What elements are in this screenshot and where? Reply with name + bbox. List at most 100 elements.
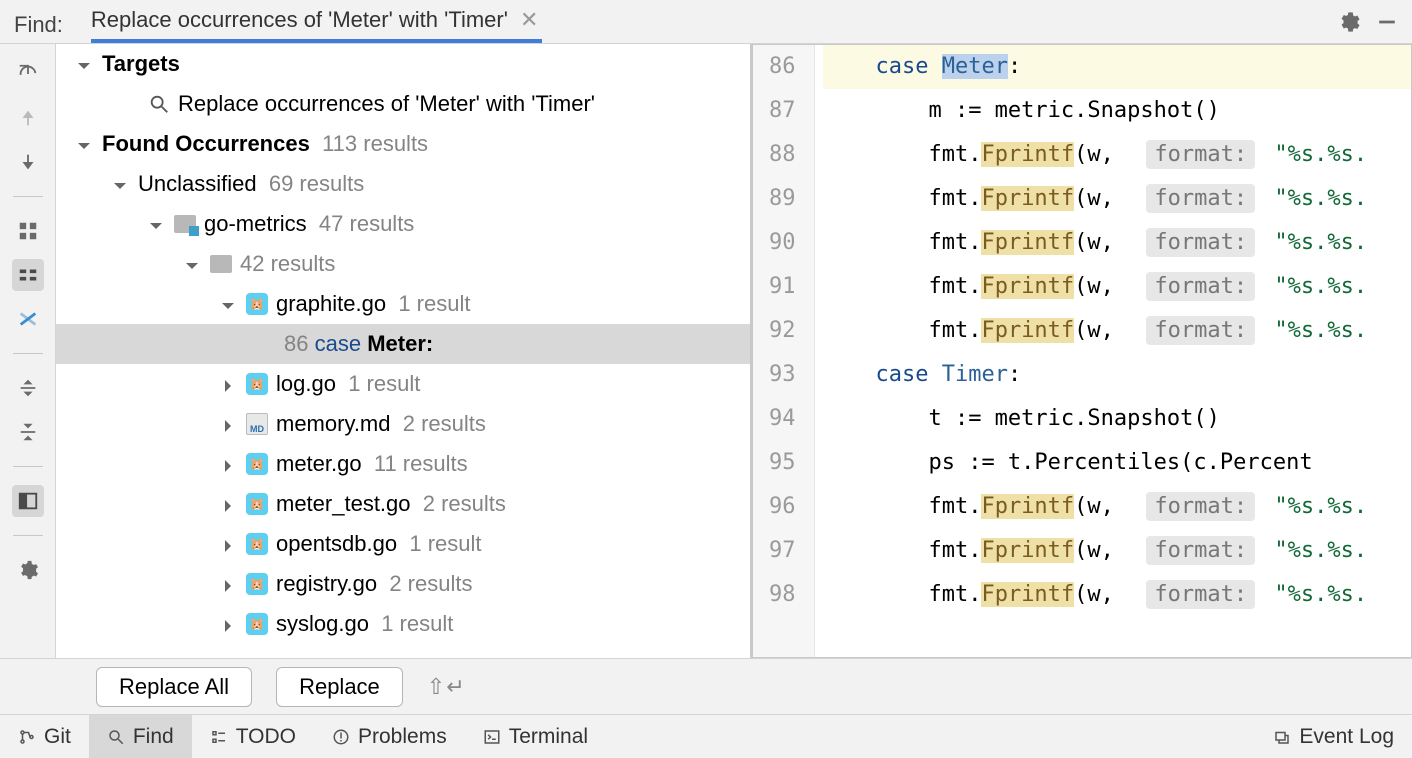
regex-icon[interactable] [12,303,44,335]
file-node[interactable]: 🐹registry.go 2 results [56,564,750,604]
subfolder-node[interactable]: 42 results [56,244,750,284]
status-problems[interactable]: Problems [314,715,465,758]
go-file-icon: 🐹 [246,573,268,595]
targets-node[interactable]: Targets [56,44,750,84]
preview-icon[interactable] [12,485,44,517]
chevron-down-icon[interactable] [112,174,132,194]
status-event-log[interactable]: Event Log [1255,715,1412,758]
chevron-down-icon[interactable] [76,54,96,74]
code-preview[interactable]: 86878889909192939495969798 case Meter: m… [752,44,1412,658]
code-line[interactable]: fmt.Fprintf(w, format: "%s.%s. [823,485,1412,529]
file-node[interactable]: 🐹log.go 1 result [56,364,750,404]
line-number: 86 [769,45,796,89]
file-list: 🐹graphite.go 1 result86 case Meter:🐹log.… [56,284,750,644]
subfolder-count: 42 results [240,251,335,277]
group-icon[interactable] [12,215,44,247]
chevron-down-icon[interactable] [220,294,240,314]
chevron-down-icon[interactable] [148,214,168,234]
line-number: 89 [769,177,796,221]
close-icon[interactable]: ✕ [520,7,542,33]
status-terminal[interactable]: Terminal [465,715,606,758]
code-line[interactable]: case Timer: [823,353,1412,397]
chevron-right-icon[interactable] [220,574,240,594]
code-line[interactable]: case Meter: [823,45,1412,89]
code-line[interactable]: fmt.Fprintf(w, format: "%s.%s. [823,309,1412,353]
code-line[interactable]: fmt.Fprintf(w, format: "%s.%s. [823,177,1412,221]
code-line[interactable]: ps := t.Percentiles(c.Percent [823,441,1412,485]
unclassified-node[interactable]: Unclassified 69 results [56,164,750,204]
minimize-icon[interactable] [1376,11,1398,38]
top-actions [1338,11,1398,38]
line-number: 91 [769,265,796,309]
line-number: 87 [769,89,796,133]
find-tab[interactable]: Replace occurrences of 'Meter' with 'Tim… [91,7,542,43]
code-line[interactable]: fmt.Fprintf(w, format: "%s.%s. [823,529,1412,573]
file-node[interactable]: 🐹opentsdb.go 1 result [56,524,750,564]
chevron-right-icon[interactable] [220,614,240,634]
rerun-icon[interactable] [12,58,44,90]
results-tree[interactable]: Targets Replace occurrences of 'Meter' w… [56,44,752,658]
unclassified-count: 69 results [269,171,364,197]
chevron-right-icon[interactable] [220,414,240,434]
chevron-down-icon[interactable] [184,254,204,274]
chevron-down-icon[interactable] [76,134,96,154]
top-bar: Find: Replace occurrences of 'Meter' wit… [0,0,1412,44]
code-line[interactable]: fmt.Fprintf(w, format: "%s.%s. [823,221,1412,265]
filter-icon[interactable] [12,259,44,291]
find-label: Find: [14,12,63,38]
go-file-icon: 🐹 [246,493,268,515]
file-count: 1 result [398,291,470,317]
status-problems-label: Problems [358,725,447,749]
module-name: go-metrics [204,211,307,237]
replace-all-button[interactable]: Replace All [96,667,252,707]
found-node[interactable]: Found Occurrences 113 results [56,124,750,164]
prev-occurrence-icon[interactable] [12,102,44,134]
file-node[interactable]: 🐹meter_test.go 2 results [56,484,750,524]
module-count: 47 results [319,211,414,237]
gear-icon[interactable] [1338,11,1360,38]
shortcut-hint: ⇧↵ [427,674,466,700]
replace-button[interactable]: Replace [276,667,403,707]
file-name: log.go [276,371,336,397]
code-line[interactable]: fmt.Fprintf(w, format: "%s.%s. [823,573,1412,617]
found-label: Found Occurrences [102,131,310,157]
line-number: 96 [769,485,796,529]
chevron-right-icon[interactable] [220,534,240,554]
settings-icon[interactable] [12,554,44,586]
match-row[interactable]: 86 case Meter: [56,324,750,364]
file-name: opentsdb.go [276,531,397,557]
status-todo[interactable]: TODO [192,715,314,758]
file-name: meter_test.go [276,491,411,517]
folder-icon [210,255,232,273]
go-file-icon: 🐹 [246,453,268,475]
status-git[interactable]: Git [0,715,89,758]
status-find-label: Find [133,725,174,749]
status-bar: Git Find TODO Problems Terminal Event Lo… [0,714,1412,758]
status-find[interactable]: Find [89,715,192,758]
code-line[interactable]: fmt.Fprintf(w, format: "%s.%s. [823,265,1412,309]
file-node[interactable]: 🐹syslog.go 1 result [56,604,750,644]
folder-icon [174,215,196,233]
targets-label: Targets [102,51,180,77]
chevron-right-icon[interactable] [220,374,240,394]
next-occurrence-icon[interactable] [12,146,44,178]
line-number: 94 [769,397,796,441]
collapse-all-icon[interactable] [12,416,44,448]
search-target-label: Replace occurrences of 'Meter' with 'Tim… [178,91,595,117]
expand-all-icon[interactable] [12,372,44,404]
line-number: 98 [769,573,796,617]
code-body[interactable]: case Meter: m := metric.Snapshot() fmt.F… [815,45,1412,657]
line-number: 92 [769,309,796,353]
file-node[interactable]: MDmemory.md 2 results [56,404,750,444]
chevron-right-icon[interactable] [220,454,240,474]
code-line[interactable]: m := metric.Snapshot() [823,89,1412,133]
line-number: 90 [769,221,796,265]
code-line[interactable]: fmt.Fprintf(w, format: "%s.%s. [823,133,1412,177]
search-target-item[interactable]: Replace occurrences of 'Meter' with 'Tim… [56,84,750,124]
file-node[interactable]: 🐹meter.go 11 results [56,444,750,484]
code-line[interactable]: t := metric.Snapshot() [823,397,1412,441]
gutter: 86878889909192939495969798 [753,45,815,657]
chevron-right-icon[interactable] [220,494,240,514]
module-node[interactable]: go-metrics 47 results [56,204,750,244]
file-node[interactable]: 🐹graphite.go 1 result [56,284,750,324]
